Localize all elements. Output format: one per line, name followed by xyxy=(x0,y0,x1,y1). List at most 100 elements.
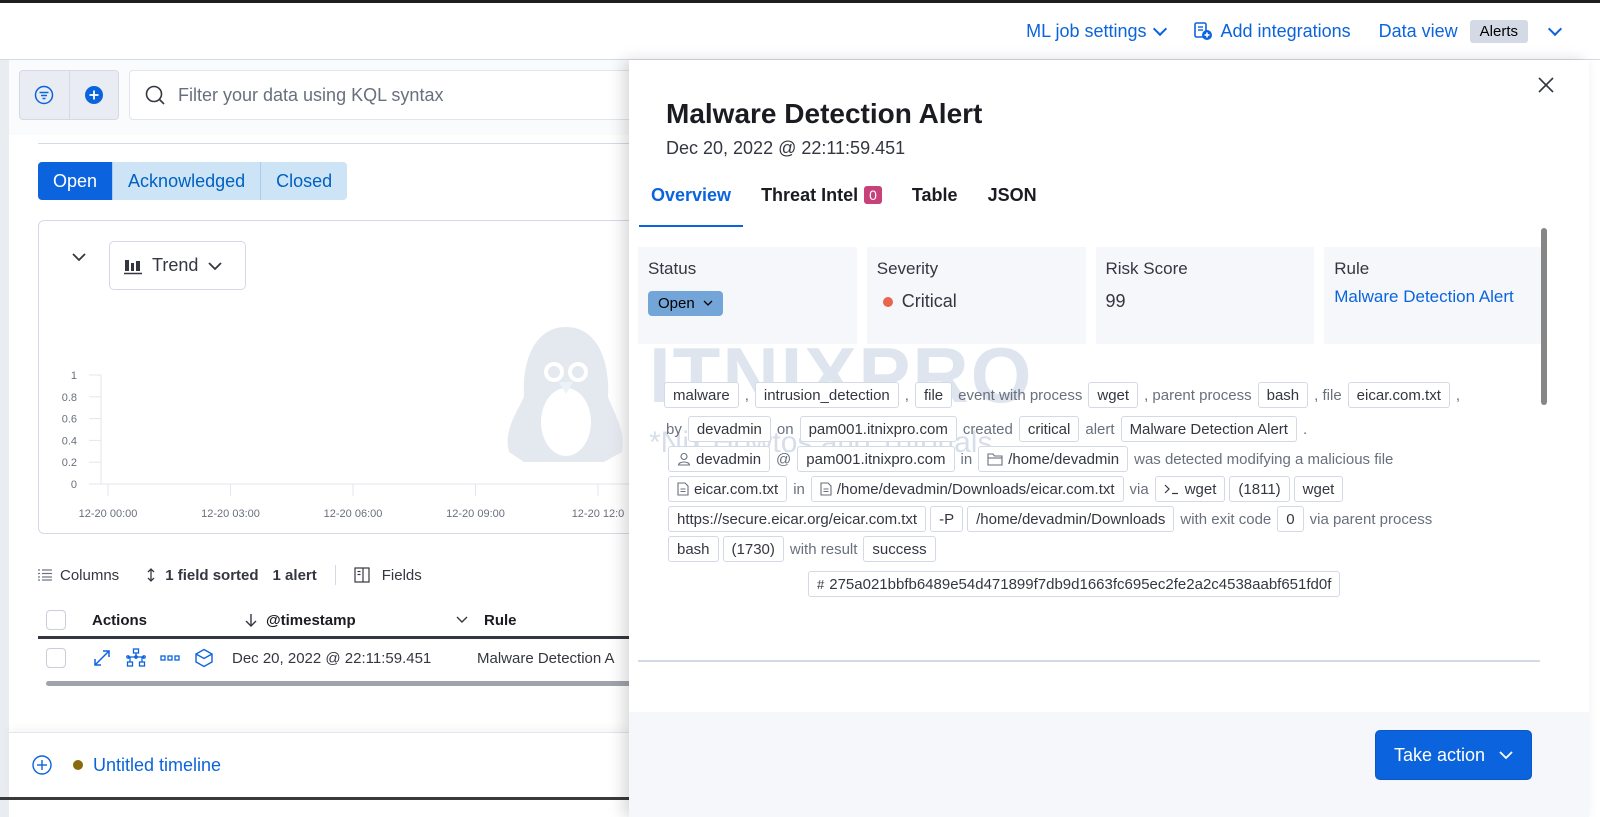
bottom-border xyxy=(0,797,640,800)
host-name-chip[interactable]: pam001.itnixpro.com xyxy=(799,416,957,442)
process-arg-chip[interactable]: -P xyxy=(930,506,964,532)
severity-value: Critical xyxy=(901,291,957,311)
tab-threat-intel[interactable]: Threat Intel 0 xyxy=(749,185,894,227)
process-arg-chip[interactable]: https://secure.eicar.org/eicar.com.txt xyxy=(668,506,927,532)
rule-name-chip[interactable]: Malware Detection Alert xyxy=(1120,416,1297,442)
file-name-chip[interactable]: eicar.com.txt xyxy=(1347,382,1450,408)
ml-job-settings-button[interactable]: ML job settings xyxy=(1026,21,1167,42)
working-directory-chip[interactable]: /home/devadmin xyxy=(978,446,1129,472)
process-name: wget xyxy=(1184,480,1217,498)
table-header: Actions @timestamp Rule xyxy=(38,604,629,639)
y-tick-label: 0.8 xyxy=(62,392,77,404)
sort-fields-button[interactable]: 1 field sorted xyxy=(165,567,258,584)
more-actions-icon[interactable] xyxy=(160,654,180,662)
column-header-timestamp[interactable]: @timestamp xyxy=(266,612,456,629)
process-name-chip[interactable]: wget xyxy=(1088,382,1139,408)
divider xyxy=(38,143,629,144)
search-icon xyxy=(144,84,166,106)
process-hash-chip[interactable]: # 275a021bbfb6489e54d471899f7db9d1663fc6… xyxy=(808,571,1341,597)
tab-json[interactable]: JSON xyxy=(976,185,1049,227)
event-category-chip[interactable]: intrusion_detection xyxy=(754,382,899,408)
file-path-chip[interactable]: /home/devadmin/Downloads/eicar.com.txt xyxy=(810,476,1124,502)
parent-pid-chip[interactable]: (1730) xyxy=(722,536,784,562)
severity-box: Severity Critical xyxy=(866,247,1086,344)
status-closed-button[interactable]: Closed xyxy=(261,162,348,200)
x-tick-label: 12-20 09:00 xyxy=(446,508,505,520)
reason-line-1: malware , intrusion_detection , file eve… xyxy=(664,378,1544,412)
column-header-actions: Actions xyxy=(92,611,148,629)
separator-text: , xyxy=(904,386,909,404)
status-filter-group: Open Acknowledged Closed xyxy=(38,162,348,200)
columns-button[interactable]: Columns xyxy=(60,567,119,584)
process-line-2: eicar.com.txt in /home/devadmin/Download… xyxy=(668,474,1544,504)
flyout-tabs: Overview Threat Intel 0 Table JSON xyxy=(639,185,1055,227)
sort-icon xyxy=(145,567,157,583)
parent-process-chip[interactable]: bash xyxy=(668,536,719,562)
section-divider xyxy=(638,660,1540,662)
result-chip[interactable]: success xyxy=(863,536,936,562)
y-tick-label: 0 xyxy=(71,479,77,491)
document-icon xyxy=(677,482,689,496)
session-view-icon[interactable] xyxy=(194,648,214,668)
process-chip[interactable]: wget xyxy=(1154,476,1226,502)
severity-chip[interactable]: critical xyxy=(1018,416,1080,442)
take-action-label: Take action xyxy=(1393,744,1485,765)
add-integrations-link[interactable]: Add integrations xyxy=(1193,21,1351,42)
data-view-selector[interactable]: Data view Alerts xyxy=(1379,19,1563,43)
tab-threat-intel-label: Threat Intel xyxy=(761,185,859,205)
event-category-chip[interactable]: file xyxy=(914,382,953,408)
data-view-badge: Alerts xyxy=(1469,19,1528,43)
hash-icon: # xyxy=(817,576,825,592)
select-all-checkbox[interactable] xyxy=(46,610,66,630)
file-chip[interactable]: eicar.com.txt xyxy=(668,476,788,502)
add-filter-button[interactable] xyxy=(70,71,119,119)
user-icon xyxy=(677,452,691,466)
y-tick-label: 1 xyxy=(71,370,77,382)
take-action-button[interactable]: Take action xyxy=(1374,730,1532,780)
exit-code-chip[interactable]: 0 xyxy=(1277,506,1304,532)
user-name-chip[interactable]: devadmin xyxy=(687,416,771,442)
status-value: Open xyxy=(658,295,695,312)
cell-rule: Malware Detection A xyxy=(477,649,615,667)
timeline-title-button[interactable]: Untitled timeline xyxy=(73,755,221,776)
tab-table-label: Table xyxy=(911,185,958,205)
parent-process-chip[interactable]: bash xyxy=(1257,382,1309,408)
expand-icon[interactable] xyxy=(92,648,112,668)
reason-text: @ xyxy=(776,450,792,468)
reason-text: , parent process xyxy=(1144,386,1252,404)
terminal-icon xyxy=(1164,483,1180,495)
flyout-timestamp: Dec 20, 2022 @ 22:11:59.451 xyxy=(666,138,906,158)
threat-intel-count-badge: 0 xyxy=(864,186,882,204)
event-category-chip[interactable]: malware xyxy=(664,382,739,408)
rule-label: Rule xyxy=(1334,259,1370,278)
rule-link[interactable]: Malware Detection Alert xyxy=(1334,287,1533,307)
process-arg-chip[interactable]: wget xyxy=(1293,476,1344,502)
filter-bar xyxy=(9,60,629,135)
process-arg-chip[interactable]: /home/devadmin/Downloads xyxy=(967,506,1175,532)
rule-box: Rule Malware Detection Alert xyxy=(1324,247,1543,344)
timeline-title: Untitled timeline xyxy=(93,754,222,775)
cell-timestamp: Dec 20, 2022 @ 22:11:59.451 xyxy=(232,649,432,667)
tab-json-label: JSON xyxy=(987,185,1037,205)
status-acknowledged-button[interactable]: Acknowledged xyxy=(113,162,262,200)
process-line-1: devadmin @ pam001.itnixpro.com in /home/… xyxy=(668,444,1544,474)
column-menu-chevron-icon[interactable] xyxy=(456,616,468,624)
close-icon[interactable] xyxy=(1537,76,1555,94)
status-open-button[interactable]: Open xyxy=(38,162,114,200)
status-dropdown[interactable]: Open xyxy=(648,291,723,316)
column-header-rule[interactable]: Rule xyxy=(484,612,517,629)
analyze-event-icon[interactable] xyxy=(126,648,146,668)
add-timeline-icon[interactable] xyxy=(31,754,53,776)
horizontal-scrollbar[interactable] xyxy=(46,681,629,686)
fields-button[interactable]: Fields xyxy=(382,567,422,584)
filter-menu-button[interactable] xyxy=(20,71,70,119)
user-chip[interactable]: devadmin xyxy=(668,446,771,472)
tab-overview[interactable]: Overview xyxy=(639,185,744,227)
tab-table[interactable]: Table xyxy=(900,185,970,227)
row-checkbox[interactable] xyxy=(46,648,66,668)
y-tick-label: 0.6 xyxy=(62,414,77,426)
host-chip[interactable]: pam001.itnixpro.com xyxy=(797,446,955,472)
kql-search-input[interactable] xyxy=(178,84,598,106)
process-pid-chip[interactable]: (1811) xyxy=(1229,476,1290,502)
alerts-page: Open Acknowledged Closed Trend 10.80.60.… xyxy=(9,60,629,732)
